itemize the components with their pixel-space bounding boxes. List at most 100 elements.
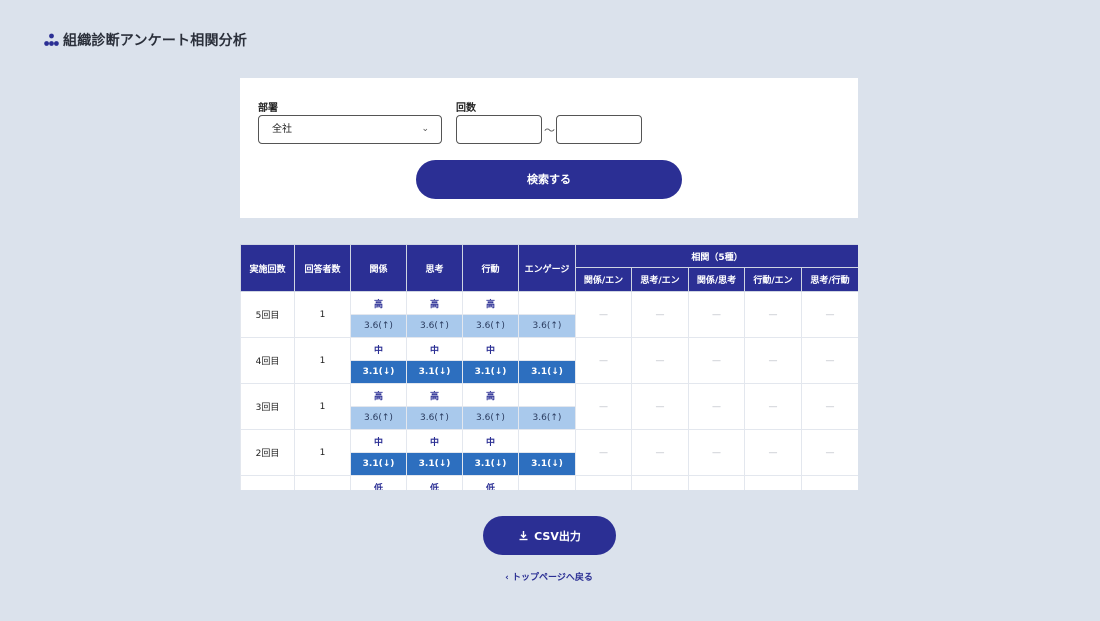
cell-level: 中 <box>350 337 407 361</box>
cell-respondents: 1 <box>294 291 351 338</box>
round-label: 回数 <box>456 103 476 114</box>
cell-level: 高 <box>350 383 407 407</box>
header-engagement: エンゲージ <box>518 244 576 292</box>
cell-round <box>240 475 295 490</box>
header-corr-5: 思考/行動 <box>801 267 858 292</box>
round-from-input[interactable] <box>456 115 542 144</box>
header-corr-1: 関係/エン <box>575 267 632 292</box>
cell-correlation <box>575 475 632 490</box>
cell-round: 5回目 <box>240 291 295 338</box>
header-corr-2: 思考/エン <box>631 267 689 292</box>
cell-correlation <box>631 475 689 490</box>
cell-level: 中 <box>350 429 407 453</box>
cell-correlation: — <box>744 337 802 384</box>
cell-score: 3.6(↑) <box>350 406 407 430</box>
range-separator: 〜 <box>544 124 555 137</box>
round-to-input[interactable] <box>556 115 642 144</box>
cell-correlation: — <box>801 291 858 338</box>
cell-level <box>518 429 576 453</box>
department-select-value: 全社 <box>272 124 292 135</box>
cell-respondents <box>294 475 351 490</box>
cell-level: 中 <box>462 337 519 361</box>
page-title: 組織診断アンケート相関分析 <box>63 33 248 49</box>
cell-correlation: — <box>575 383 632 430</box>
cell-level: 高 <box>406 291 463 315</box>
cell-score: 3.1(↓) <box>462 360 519 384</box>
cell-level: 低 <box>462 475 519 490</box>
search-panel: 部署 全社 ⌄ 回数 〜 検索する <box>240 78 858 218</box>
table-row: 3回目 1 高高高 — — — — — <box>240 383 858 430</box>
table-row: 2回目 1 中中中 — — — — — <box>240 429 858 476</box>
cell-score: 3.1(↓) <box>462 452 519 476</box>
cell-correlation: — <box>688 429 745 476</box>
table-row: 低低低 <box>240 475 858 490</box>
cell-correlation: — <box>575 337 632 384</box>
cell-respondents: 1 <box>294 429 351 476</box>
cell-level: 中 <box>406 429 463 453</box>
cell-respondents: 1 <box>294 383 351 430</box>
cell-correlation: — <box>688 291 745 338</box>
cell-score: 3.6(↑) <box>518 314 576 338</box>
cell-score: 3.1(↓) <box>350 360 407 384</box>
results-table-container[interactable]: 実施回数 回答者数 関係 思考 行動 エンゲージ 相関（5種） 関係/エン 思考… <box>240 244 858 490</box>
cell-correlation: — <box>575 429 632 476</box>
csv-export-button[interactable]: CSV出力 <box>483 516 616 555</box>
department-select[interactable]: 全社 ⌄ <box>258 115 442 144</box>
cell-correlation: — <box>801 337 858 384</box>
cell-correlation: — <box>631 291 689 338</box>
header-correlation: 相関（5種） <box>575 244 858 268</box>
cell-correlation: — <box>801 383 858 430</box>
cell-correlation: — <box>631 383 689 430</box>
cell-level: 高 <box>462 291 519 315</box>
cell-correlation: — <box>688 337 745 384</box>
download-icon <box>519 531 528 541</box>
cell-correlation: — <box>744 429 802 476</box>
chevron-down-icon: ⌄ <box>421 124 429 134</box>
header-action: 行動 <box>462 244 519 292</box>
csv-export-label: CSV出力 <box>534 529 581 543</box>
cell-correlation: — <box>801 429 858 476</box>
cell-level: 高 <box>350 291 407 315</box>
table-row: 5回目 1 高高高 — — — — — <box>240 291 858 338</box>
cell-correlation: — <box>631 337 689 384</box>
cell-score: 3.6(↑) <box>462 406 519 430</box>
cell-correlation: — <box>688 383 745 430</box>
cell-level: 低 <box>350 475 407 490</box>
cell-score: 3.1(↓) <box>518 452 576 476</box>
cell-score: 3.1(↓) <box>406 360 463 384</box>
header-round: 実施回数 <box>240 244 295 292</box>
cell-score: 3.6(↑) <box>350 314 407 338</box>
header-relation: 関係 <box>350 244 407 292</box>
cell-correlation <box>744 475 802 490</box>
cell-score: 3.6(↑) <box>406 314 463 338</box>
header-thinking: 思考 <box>406 244 463 292</box>
cell-level <box>518 337 576 361</box>
cell-correlation: — <box>575 291 632 338</box>
cell-level: 低 <box>406 475 463 490</box>
cell-level: 高 <box>406 383 463 407</box>
back-to-top-link[interactable]: ‹ トップページへ戻る <box>490 570 608 583</box>
org-chart-icon <box>44 33 59 46</box>
cell-round: 2回目 <box>240 429 295 476</box>
cell-score: 3.6(↑) <box>462 314 519 338</box>
cell-correlation <box>801 475 858 490</box>
cell-score: 3.1(↓) <box>406 452 463 476</box>
cell-score: 3.6(↑) <box>406 406 463 430</box>
cell-level: 中 <box>462 429 519 453</box>
cell-respondents: 1 <box>294 337 351 384</box>
cell-correlation: — <box>744 291 802 338</box>
header-respondents: 回答者数 <box>294 244 351 292</box>
cell-correlation <box>688 475 745 490</box>
table-row: 4回目 1 中中中 — — — — — <box>240 337 858 384</box>
results-table: 実施回数 回答者数 関係 思考 行動 エンゲージ 相関（5種） 関係/エン 思考… <box>240 244 858 490</box>
header-corr-3: 関係/思考 <box>688 267 745 292</box>
cell-score: 3.1(↓) <box>350 452 407 476</box>
page-header: 組織診断アンケート相関分析 <box>44 30 247 50</box>
cell-round: 4回目 <box>240 337 295 384</box>
cell-level: 高 <box>462 383 519 407</box>
cell-score: 3.6(↑) <box>518 406 576 430</box>
search-button[interactable]: 検索する <box>416 160 682 199</box>
cell-level <box>518 291 576 315</box>
cell-score: 3.1(↓) <box>518 360 576 384</box>
cell-correlation: — <box>631 429 689 476</box>
